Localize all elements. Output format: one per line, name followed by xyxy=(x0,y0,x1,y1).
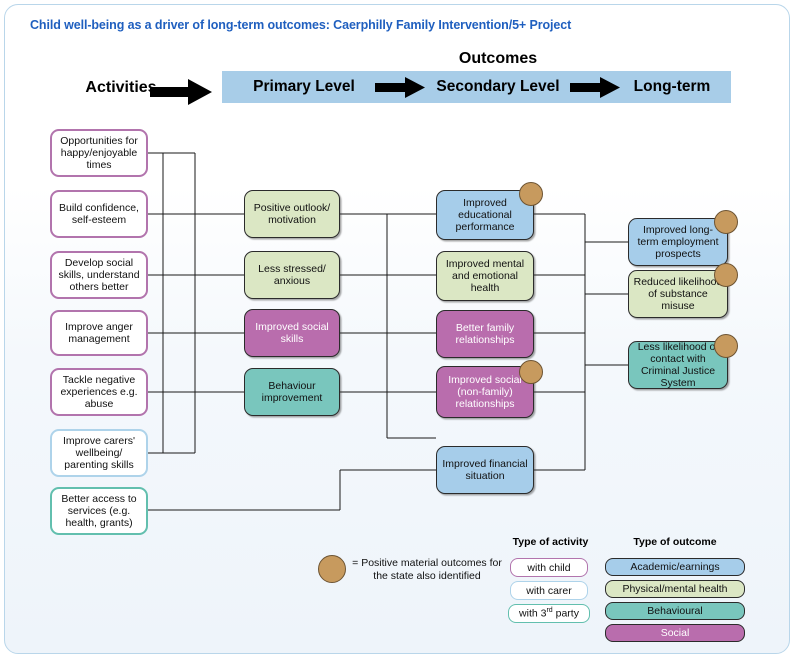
activity-label: Develop social skills, understand others… xyxy=(58,256,140,294)
state-outcome-dot xyxy=(714,334,738,358)
legend-chip-label: Behavioural xyxy=(647,605,703,617)
secondary-box-4[interactable]: Improved financial situation xyxy=(436,446,534,494)
longterm-box-1[interactable]: Reduced likelihood of substance misuse xyxy=(628,270,728,318)
level-secondary: Secondary Level xyxy=(436,78,560,95)
primary-label: Improved social skills xyxy=(255,320,329,345)
legend-chip-label: Academic/earnings xyxy=(630,561,720,573)
legend-outcome-heading: Type of outcome xyxy=(633,536,717,548)
outcomes-heading: Outcomes xyxy=(458,50,538,67)
primary-box-0[interactable]: Positive outlook/ motivation xyxy=(244,190,340,238)
level-primary: Primary Level xyxy=(253,78,355,95)
secondary-label: Improved financial situation xyxy=(442,457,528,482)
legend-state-dot xyxy=(318,555,346,583)
level-long-term: Long-term xyxy=(633,78,711,95)
arrow-secondary-to-longterm xyxy=(570,77,620,98)
primary-box-2[interactable]: Improved social skills xyxy=(244,309,340,357)
secondary-box-2[interactable]: Better family relationships xyxy=(436,310,534,358)
legend-chip-label: with carer xyxy=(526,584,572,597)
activity-box-5[interactable]: Improve carers' wellbeing/ parenting ski… xyxy=(50,429,148,477)
legend-chip-social[interactable]: Social xyxy=(605,624,745,642)
longterm-box-0[interactable]: Improved long-term employment prospects xyxy=(628,218,728,266)
activity-box-3[interactable]: Improve anger management xyxy=(50,310,148,356)
legend-state-dot-label: = Positive material outcomes for the sta… xyxy=(352,557,502,583)
state-outcome-dot xyxy=(519,360,543,384)
legend-chip-behavioural[interactable]: Behavioural xyxy=(605,602,745,620)
legend-chip-label: Physical/mental health xyxy=(622,583,728,595)
activity-label: Better access to services (e.g. health, … xyxy=(61,492,137,530)
secondary-label: Improved educational performance xyxy=(455,196,515,234)
legend-chip-academic[interactable]: Academic/earnings xyxy=(605,558,745,576)
legend-chip-with-child[interactable]: with child xyxy=(510,558,588,577)
primary-box-3[interactable]: Behaviour improvement xyxy=(244,368,340,416)
primary-label: Less stressed/ anxious xyxy=(258,262,326,287)
primary-box-1[interactable]: Less stressed/ anxious xyxy=(244,251,340,299)
longterm-label: Improved long-term employment prospects xyxy=(637,223,719,261)
longterm-label: Less likelihood of contact with Criminal… xyxy=(637,340,719,390)
legend-chip-label: Social xyxy=(660,627,690,639)
legend-chip-label: with child xyxy=(527,561,571,574)
page-title: Child well-being as a driver of long-ter… xyxy=(30,18,572,32)
longterm-box-2[interactable]: Less likelihood of contact with Criminal… xyxy=(628,341,728,389)
legend-chip-label: with 3rd party xyxy=(519,607,579,620)
activity-box-2[interactable]: Develop social skills, understand others… xyxy=(50,251,148,299)
primary-label: Positive outlook/ motivation xyxy=(253,201,331,226)
legend-chip-with-third-party[interactable]: with 3rd party xyxy=(508,604,590,623)
state-outcome-dot xyxy=(714,263,738,287)
activity-label: Tackle negative experiences e.g. abuse xyxy=(60,373,138,411)
activity-box-6[interactable]: Better access to services (e.g. health, … xyxy=(50,487,148,535)
arrow-activities-to-outcomes xyxy=(150,79,212,105)
diagram-page: Child well-being as a driver of long-ter… xyxy=(0,0,794,658)
secondary-label: Improved social (non-family) relationshi… xyxy=(448,373,522,411)
activity-box-0[interactable]: Opportunities for happy/enjoyable times xyxy=(50,129,148,177)
legend-chip-health[interactable]: Physical/mental health xyxy=(605,580,745,598)
activity-label: Improve anger management xyxy=(65,320,133,345)
outcomes-level-bar: Primary Level Secondary Level Long-term xyxy=(222,71,731,103)
secondary-box-1[interactable]: Improved mental and emotional health xyxy=(436,251,534,301)
legend-chip-with-carer[interactable]: with carer xyxy=(510,581,588,600)
secondary-label: Better family relationships xyxy=(455,321,515,346)
activity-box-4[interactable]: Tackle negative experiences e.g. abuse xyxy=(50,368,148,416)
legend-activity-heading: Type of activity xyxy=(512,536,589,548)
primary-label: Behaviour improvement xyxy=(261,379,323,404)
activity-label: Build confidence, self-esteem xyxy=(59,201,139,226)
activity-box-1[interactable]: Build confidence, self-esteem xyxy=(50,190,148,238)
activity-label: Opportunities for happy/enjoyable times xyxy=(60,134,138,172)
state-outcome-dot xyxy=(714,210,738,234)
secondary-label: Improved mental and emotional health xyxy=(445,257,525,295)
activity-label: Improve carers' wellbeing/ parenting ski… xyxy=(62,434,136,472)
state-outcome-dot xyxy=(519,182,543,206)
longterm-label: Reduced likelihood of substance misuse xyxy=(633,275,723,313)
